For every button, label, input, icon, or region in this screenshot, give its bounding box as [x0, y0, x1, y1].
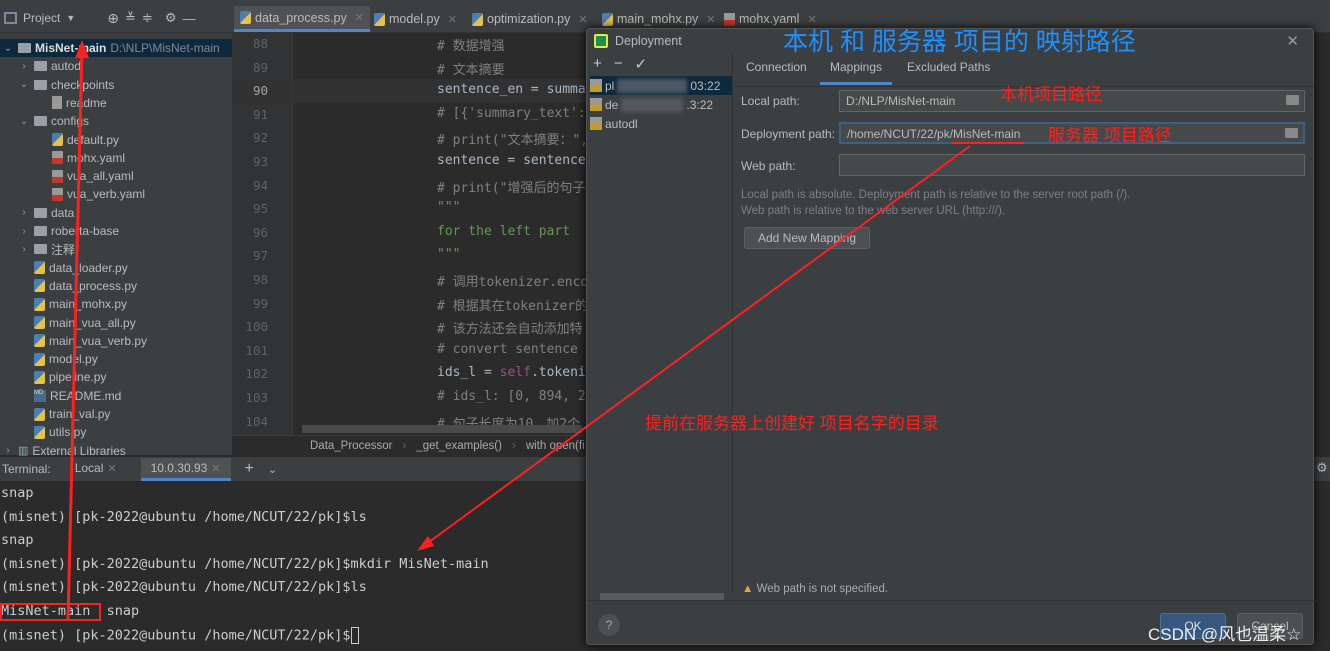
arrowhead	[417, 536, 434, 551]
arrow-to-project-root	[66, 47, 84, 621]
arrowhead	[75, 40, 89, 58]
arrow-to-mkdir	[424, 145, 971, 546]
watermark: CSDN @风也温柔☆	[1148, 625, 1302, 644]
annotation-arrows	[66, 40, 1024, 621]
